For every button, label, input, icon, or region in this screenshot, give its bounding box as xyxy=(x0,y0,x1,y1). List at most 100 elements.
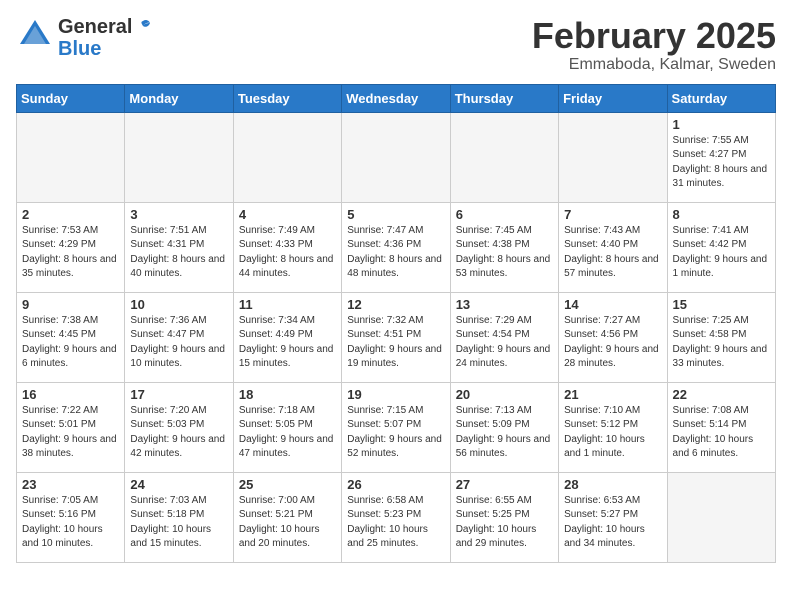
day-cell: 28 Sunrise: 6:53 AM Sunset: 5:27 PM Dayli… xyxy=(559,472,667,562)
day-number: 9 xyxy=(22,297,119,312)
day-cell: 25Sunrise: 7:00 AM Sunset: 5:21 PM Dayli… xyxy=(233,472,341,562)
day-cell: 8 Sunrise: 7:41 AM Sunset: 4:42 PM Daylig… xyxy=(667,202,775,292)
weekday-header-row: SundayMondayTuesdayWednesdayThursdayFrid… xyxy=(17,84,776,112)
logo-bird-icon xyxy=(134,18,152,36)
week-row-1: 2 Sunrise: 7:53 AM Sunset: 4:29 PM Daylig… xyxy=(17,202,776,292)
day-info: Sunrise: 7:03 AM Sunset: 5:18 PM Dayligh… xyxy=(130,494,227,552)
day-cell: 7 Sunrise: 7:43 AM Sunset: 4:40 PM Daylig… xyxy=(559,202,667,292)
day-number: 19 xyxy=(347,387,444,402)
logo: General Blue xyxy=(16,16,152,59)
day-cell: 1 Sunrise: 7:55 AM Sunset: 4:27 PM Daylig… xyxy=(667,112,775,202)
day-number: 17 xyxy=(130,387,227,402)
day-cell xyxy=(559,112,667,202)
weekday-header-wednesday: Wednesday xyxy=(342,84,450,112)
day-number: 7 xyxy=(564,207,661,222)
day-number: 18 xyxy=(239,387,336,402)
title-area: February 2025 Emmaboda, Kalmar, Sweden xyxy=(532,16,776,74)
day-cell: 10Sunrise: 7:36 AM Sunset: 4:47 PM Dayli… xyxy=(125,292,233,382)
day-number: 13 xyxy=(456,297,553,312)
header: General Blue February 2025 Emmaboda, Kal… xyxy=(16,16,776,74)
weekday-header-sunday: Sunday xyxy=(17,84,125,112)
day-number: 4 xyxy=(239,207,336,222)
day-cell: 5 Sunrise: 7:47 AM Sunset: 4:36 PM Daylig… xyxy=(342,202,450,292)
week-row-3: 16Sunrise: 7:22 AM Sunset: 5:01 PM Dayli… xyxy=(17,382,776,472)
day-info: Sunrise: 7:34 AM Sunset: 4:49 PM Dayligh… xyxy=(239,314,336,372)
day-info: Sunrise: 7:49 AM Sunset: 4:33 PM Dayligh… xyxy=(239,224,336,282)
day-number: 15 xyxy=(673,297,770,312)
logo-general: General xyxy=(58,16,132,39)
day-number: 8 xyxy=(673,207,770,222)
logo-text-block: General Blue xyxy=(58,16,152,59)
day-info: Sunrise: 7:32 AM Sunset: 4:51 PM Dayligh… xyxy=(347,314,444,372)
day-info: Sunrise: 6:53 AM Sunset: 5:27 PM Dayligh… xyxy=(564,494,661,552)
day-info: Sunrise: 7:45 AM Sunset: 4:38 PM Dayligh… xyxy=(456,224,553,282)
day-number: 14 xyxy=(564,297,661,312)
day-info: Sunrise: 7:38 AM Sunset: 4:45 PM Dayligh… xyxy=(22,314,119,372)
day-cell xyxy=(233,112,341,202)
day-number: 12 xyxy=(347,297,444,312)
day-info: Sunrise: 7:20 AM Sunset: 5:03 PM Dayligh… xyxy=(130,404,227,462)
day-number: 28 xyxy=(564,477,661,492)
day-info: Sunrise: 7:51 AM Sunset: 4:31 PM Dayligh… xyxy=(130,224,227,282)
day-info: Sunrise: 7:25 AM Sunset: 4:58 PM Dayligh… xyxy=(673,314,770,372)
day-cell: 14 Sunrise: 7:27 AM Sunset: 4:56 PM Dayli… xyxy=(559,292,667,382)
day-cell: 27 Sunrise: 6:55 AM Sunset: 5:25 PM Dayli… xyxy=(450,472,558,562)
day-number: 2 xyxy=(22,207,119,222)
day-cell: 22Sunrise: 7:08 AM Sunset: 5:14 PM Dayli… xyxy=(667,382,775,472)
day-cell xyxy=(450,112,558,202)
day-info: Sunrise: 7:10 AM Sunset: 5:12 PM Dayligh… xyxy=(564,404,661,462)
day-info: Sunrise: 7:27 AM Sunset: 4:56 PM Dayligh… xyxy=(564,314,661,372)
day-cell: 20Sunrise: 7:13 AM Sunset: 5:09 PM Dayli… xyxy=(450,382,558,472)
day-info: Sunrise: 7:55 AM Sunset: 4:27 PM Dayligh… xyxy=(673,134,770,192)
week-row-0: 1 Sunrise: 7:55 AM Sunset: 4:27 PM Daylig… xyxy=(17,112,776,202)
day-number: 11 xyxy=(239,297,336,312)
day-info: Sunrise: 7:08 AM Sunset: 5:14 PM Dayligh… xyxy=(673,404,770,462)
day-number: 25 xyxy=(239,477,336,492)
day-info: Sunrise: 7:41 AM Sunset: 4:42 PM Dayligh… xyxy=(673,224,770,282)
day-info: Sunrise: 7:15 AM Sunset: 5:07 PM Dayligh… xyxy=(347,404,444,462)
day-info: Sunrise: 7:13 AM Sunset: 5:09 PM Dayligh… xyxy=(456,404,553,462)
day-info: Sunrise: 7:43 AM Sunset: 4:40 PM Dayligh… xyxy=(564,224,661,282)
day-cell xyxy=(17,112,125,202)
day-cell: 17 Sunrise: 7:20 AM Sunset: 5:03 PM Dayli… xyxy=(125,382,233,472)
day-info: Sunrise: 6:55 AM Sunset: 5:25 PM Dayligh… xyxy=(456,494,553,552)
week-row-4: 23Sunrise: 7:05 AM Sunset: 5:16 PM Dayli… xyxy=(17,472,776,562)
location-title: Emmaboda, Kalmar, Sweden xyxy=(532,56,776,74)
day-cell: 23Sunrise: 7:05 AM Sunset: 5:16 PM Dayli… xyxy=(17,472,125,562)
day-number: 27 xyxy=(456,477,553,492)
day-info: Sunrise: 6:58 AM Sunset: 5:23 PM Dayligh… xyxy=(347,494,444,552)
day-info: Sunrise: 7:53 AM Sunset: 4:29 PM Dayligh… xyxy=(22,224,119,282)
day-number: 1 xyxy=(673,117,770,132)
day-cell: 21Sunrise: 7:10 AM Sunset: 5:12 PM Dayli… xyxy=(559,382,667,472)
day-cell: 26Sunrise: 6:58 AM Sunset: 5:23 PM Dayli… xyxy=(342,472,450,562)
day-cell: 18 Sunrise: 7:18 AM Sunset: 5:05 PM Dayli… xyxy=(233,382,341,472)
day-cell: 24Sunrise: 7:03 AM Sunset: 5:18 PM Dayli… xyxy=(125,472,233,562)
day-cell xyxy=(125,112,233,202)
day-cell: 19 Sunrise: 7:15 AM Sunset: 5:07 PM Dayli… xyxy=(342,382,450,472)
logo-blue: Blue xyxy=(58,39,152,59)
day-info: Sunrise: 7:47 AM Sunset: 4:36 PM Dayligh… xyxy=(347,224,444,282)
day-info: Sunrise: 7:05 AM Sunset: 5:16 PM Dayligh… xyxy=(22,494,119,552)
day-cell: 16Sunrise: 7:22 AM Sunset: 5:01 PM Dayli… xyxy=(17,382,125,472)
day-cell: 9 Sunrise: 7:38 AM Sunset: 4:45 PM Daylig… xyxy=(17,292,125,382)
day-number: 16 xyxy=(22,387,119,402)
weekday-header-saturday: Saturday xyxy=(667,84,775,112)
calendar: SundayMondayTuesdayWednesdayThursdayFrid… xyxy=(16,84,776,563)
day-cell: 4 Sunrise: 7:49 AM Sunset: 4:33 PM Daylig… xyxy=(233,202,341,292)
day-info: Sunrise: 7:29 AM Sunset: 4:54 PM Dayligh… xyxy=(456,314,553,372)
weekday-header-friday: Friday xyxy=(559,84,667,112)
day-cell: 15 Sunrise: 7:25 AM Sunset: 4:58 PM Dayli… xyxy=(667,292,775,382)
day-info: Sunrise: 7:18 AM Sunset: 5:05 PM Dayligh… xyxy=(239,404,336,462)
month-title: February 2025 xyxy=(532,16,776,56)
day-cell: 12 Sunrise: 7:32 AM Sunset: 4:51 PM Dayli… xyxy=(342,292,450,382)
day-cell: 13 Sunrise: 7:29 AM Sunset: 4:54 PM Dayli… xyxy=(450,292,558,382)
logo-icon xyxy=(16,16,54,59)
day-cell: 3 Sunrise: 7:51 AM Sunset: 4:31 PM Daylig… xyxy=(125,202,233,292)
day-cell xyxy=(667,472,775,562)
weekday-header-thursday: Thursday xyxy=(450,84,558,112)
day-cell: 11 Sunrise: 7:34 AM Sunset: 4:49 PM Dayli… xyxy=(233,292,341,382)
day-cell xyxy=(342,112,450,202)
day-number: 10 xyxy=(130,297,227,312)
day-number: 3 xyxy=(130,207,227,222)
day-number: 5 xyxy=(347,207,444,222)
